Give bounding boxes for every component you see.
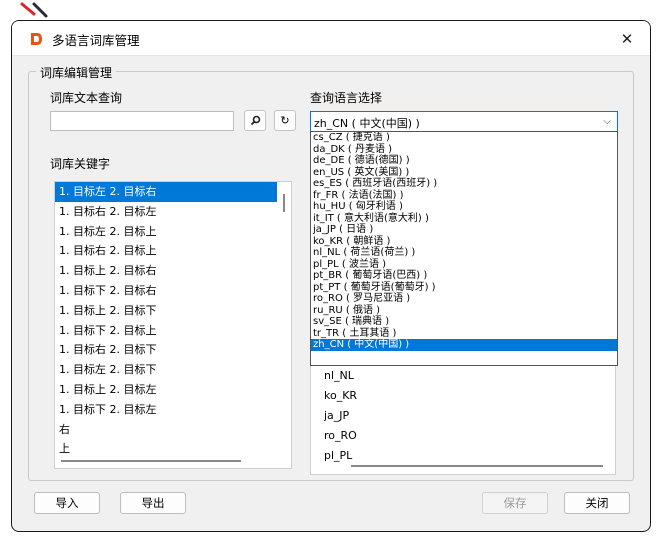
translation-row-lang[interactable]: ja_JP [324,409,349,422]
import-button[interactable]: 导入 [34,492,100,514]
title-bar: 多语言词库管理 ✕ [12,21,650,56]
keyword-list-item[interactable]: 1. 目标上 2. 目标下 [55,301,277,321]
translation-list[interactable]: nl_NL ko_KR ja_JP ro_RO pl_PL [310,357,616,475]
keyword-list-item[interactable]: 1. 目标上 2. 目标右 [55,261,277,281]
search-button[interactable] [244,110,266,131]
keyword-list-item[interactable]: 右 [55,420,277,440]
search-icon [250,115,260,126]
language-option[interactable]: it_IT ( 意大利语(意大利) ) [311,213,617,225]
language-option[interactable]: tr_TR ( 土耳其语 ) [311,328,617,340]
close-icon: ✕ [620,30,634,48]
corner-decoration [20,2,48,18]
refresh-button[interactable]: ↻ [274,110,296,131]
keyword-list-item[interactable]: 1. 目标下 2. 目标上 [55,321,277,341]
app-logo-icon [31,33,42,45]
language-option[interactable]: cs_CZ ( 捷克语 ) [311,132,617,144]
translation-row-lang[interactable]: ko_KR [324,389,357,402]
language-option[interactable]: zh_CN ( 中文(中国) ) [311,339,617,351]
language-option[interactable]: ja_JP ( 日语 ) [311,224,617,236]
keyword-list-item[interactable]: 1. 目标下 2. 目标右 [55,281,277,301]
language-dropdown[interactable]: cs_CZ ( 捷克语 ) da_DK ( 丹麦语 ) de_DE ( 德语(德国)… [310,131,618,366]
language-option[interactable]: pt_PT ( 葡萄牙语(葡萄牙) ) [311,282,617,294]
language-select[interactable]: zh_CN ( 中文(中国) ) ⌵ [310,111,618,132]
keyword-list-item[interactable]: 1. 目标右 2. 目标左 [55,202,277,222]
language-option[interactable]: da_DK ( 丹麦语 ) [311,144,617,156]
language-select-value: zh_CN ( 中文(中国) ) [314,117,420,130]
window-close-button[interactable]: ✕ [616,29,638,49]
keyword-list-item[interactable]: 1. 目标下 2. 目标左 [55,400,277,420]
language-option[interactable]: ro_RO ( 罗马尼亚语 ) [311,293,617,305]
language-option[interactable]: fr_FR ( 法语(法国) ) [311,190,617,202]
dialog-window: 多语言词库管理 ✕ 词库编辑管理 词库文本查询 ↻ 词库关键字 1. 目标左 2… [11,20,651,532]
chevron-down-icon: ⌵ [603,116,611,127]
save-button[interactable]: 保存 [482,492,548,514]
search-input[interactable] [50,111,234,131]
keyword-list-item[interactable]: 1. 目标右 2. 目标上 [55,241,277,261]
language-option[interactable]: nl_NL ( 荷兰语(荷兰) ) [311,247,617,259]
keyword-list-item[interactable]: 上 [55,439,277,459]
language-option[interactable]: es_ES ( 西班牙语(西班牙) ) [311,178,617,190]
language-option[interactable]: en_US ( 英文(美国) ) [311,167,617,179]
language-option[interactable]: hu_HU ( 匈牙利语 ) [311,201,617,213]
translation-horizontal-scrollbar[interactable] [351,465,603,467]
export-button[interactable]: 导出 [120,492,186,514]
keywords-list[interactable]: 1. 目标左 2. 目标右 1. 目标右 2. 目标左 1. 目标左 2. 目标上 1… [54,181,292,469]
language-label: 查询语言选择 [310,91,383,105]
translation-row-lang[interactable]: nl_NL [324,369,354,382]
list-vertical-scrollbar[interactable] [283,194,285,212]
refresh-icon: ↻ [280,114,290,127]
keyword-list-item[interactable]: 1. 目标左 2. 目标右 [55,182,277,202]
language-option[interactable]: ru_RU ( 俄语 ) [311,305,617,317]
keyword-list-item[interactable]: 1. 目标右 2. 目标下 [55,340,277,360]
language-option[interactable]: ko_KR ( 朝鲜语 ) [311,236,617,248]
groupbox-title: 词库编辑管理 [36,64,117,81]
keyword-list-item[interactable]: 1. 目标左 2. 目标上 [55,222,277,242]
close-button[interactable]: 关闭 [564,492,630,514]
translation-row-lang[interactable]: pl_PL [324,449,352,462]
language-option[interactable]: sv_SE ( 瑞典语 ) [311,316,617,328]
language-option[interactable]: pl_PL ( 波兰语 ) [311,259,617,271]
search-label: 词库文本查询 [50,91,123,105]
window-title: 多语言词库管理 [52,33,140,48]
keywords-label: 词库关键字 [50,157,111,171]
keyword-list-item[interactable]: 1. 目标左 2. 目标下 [55,360,277,380]
language-option[interactable]: de_DE ( 德语(德国) ) [311,155,617,167]
translation-row-lang[interactable]: ro_RO [324,429,357,442]
list-horizontal-scrollbar[interactable] [61,460,241,462]
keyword-list-item[interactable]: 1. 目标上 2. 目标左 [55,380,277,400]
language-option[interactable]: pt_BR ( 葡萄牙语(巴西) ) [311,270,617,282]
